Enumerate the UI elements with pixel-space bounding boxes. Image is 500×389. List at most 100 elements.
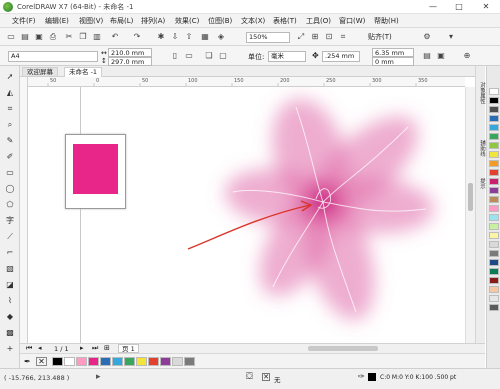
- menu-effects[interactable]: 效果(C): [175, 16, 199, 26]
- transparency-tool-icon[interactable]: ◪: [5, 280, 15, 290]
- last-page-icon[interactable]: ⏭: [92, 344, 98, 353]
- palette-swatch[interactable]: [489, 214, 499, 221]
- palette-swatch[interactable]: [489, 151, 499, 158]
- menu-table[interactable]: 表格(T): [273, 16, 297, 26]
- page-options-icon[interactable]: ▤: [422, 51, 432, 61]
- palette-swatch[interactable]: [489, 106, 499, 113]
- paste-icon[interactable]: ▥: [92, 32, 102, 42]
- rectangle-tool-icon[interactable]: ▭: [5, 168, 15, 178]
- duplicate-x-field[interactable]: 6.35 mm: [372, 48, 414, 57]
- palette-swatch[interactable]: [489, 88, 499, 95]
- palette-swatch[interactable]: [489, 187, 499, 194]
- zoom-level-select[interactable]: 150%: [246, 32, 290, 43]
- new-document-icon[interactable]: ▭: [6, 32, 16, 42]
- document-palette-swatch[interactable]: [88, 357, 99, 366]
- full-screen-icon[interactable]: ⤢: [296, 32, 306, 42]
- pink-square-shape[interactable]: [73, 144, 118, 194]
- export-icon[interactable]: ⇧: [184, 32, 194, 42]
- horizontal-ruler[interactable]: 50 0 50 100 150 200 250 300 350: [28, 77, 465, 87]
- menu-help[interactable]: 帮助(H): [374, 16, 399, 26]
- next-page-icon[interactable]: ▸: [80, 344, 84, 352]
- add-page-icon[interactable]: ⊞: [104, 344, 110, 352]
- undo-icon[interactable]: ↶: [110, 32, 120, 42]
- polygon-tool-icon[interactable]: ⬠: [5, 200, 15, 210]
- palette-swatch[interactable]: [489, 205, 499, 212]
- ellipse-tool-icon[interactable]: ◯: [5, 184, 15, 194]
- palette-swatch[interactable]: [489, 133, 499, 140]
- menu-window[interactable]: 窗口(W): [339, 16, 365, 26]
- zoom-tool-icon[interactable]: ⌕: [5, 120, 15, 130]
- palette-swatch[interactable]: [489, 97, 499, 104]
- palette-swatch[interactable]: [489, 232, 499, 239]
- page-tab-1[interactable]: 页 1: [118, 344, 139, 353]
- palette-swatch[interactable]: [489, 286, 499, 293]
- app-launcher-icon[interactable]: ◈: [216, 32, 226, 42]
- document-palette-swatch[interactable]: [160, 357, 171, 366]
- menu-file[interactable]: 文件(F): [12, 16, 36, 26]
- no-color-swatch[interactable]: ✕: [36, 357, 47, 366]
- document-palette-swatch[interactable]: [136, 357, 147, 366]
- crop-tool-icon[interactable]: ⌗: [5, 104, 15, 114]
- palette-swatch[interactable]: [489, 142, 499, 149]
- docker-hints[interactable]: 提示: [476, 178, 486, 189]
- prev-page-icon[interactable]: ◂: [38, 344, 42, 352]
- docker-object-properties[interactable]: 对象属性: [476, 82, 486, 104]
- document-palette-swatch[interactable]: [76, 357, 87, 366]
- portrait-icon[interactable]: ▯: [170, 51, 180, 61]
- vertical-ruler[interactable]: [20, 77, 28, 343]
- shape-tool-icon[interactable]: ◭: [5, 88, 15, 98]
- page-height-field[interactable]: 297.0 mm: [108, 57, 152, 66]
- nudge-distance-field[interactable]: .254 mm: [322, 51, 360, 62]
- page-width-field[interactable]: 210.0 mm: [108, 48, 152, 57]
- add-icon[interactable]: ⊕: [462, 51, 472, 61]
- artistic-media-icon[interactable]: ✐: [5, 152, 15, 162]
- palette-swatch[interactable]: [489, 178, 499, 185]
- menu-view[interactable]: 视图(V): [79, 16, 103, 26]
- fill-none-swatch[interactable]: ✕: [262, 373, 270, 381]
- first-page-icon[interactable]: ⏮: [26, 344, 32, 353]
- freehand-tool-icon[interactable]: ✎: [5, 136, 15, 146]
- minimize-button[interactable]: —: [420, 0, 446, 14]
- tab-welcome-screen[interactable]: 欢迎屏幕: [22, 67, 58, 77]
- redo-icon[interactable]: ↷: [132, 32, 142, 42]
- maximize-button[interactable]: □: [446, 0, 472, 14]
- smart-fill-icon[interactable]: ▩: [5, 328, 15, 338]
- document-palette-swatch[interactable]: [124, 357, 135, 366]
- docker-guidelines[interactable]: 辅助线: [476, 140, 486, 157]
- menu-text[interactable]: 文本(X): [241, 16, 265, 26]
- options-icon[interactable]: ⚙: [422, 32, 432, 42]
- current-page-icon[interactable]: ▢: [218, 51, 228, 61]
- menu-arrange[interactable]: 排列(A): [141, 16, 165, 26]
- palette-swatch[interactable]: [489, 250, 499, 257]
- menu-edit[interactable]: 编辑(E): [45, 16, 69, 26]
- document-palette-swatch[interactable]: [172, 357, 183, 366]
- vertical-scrollbar[interactable]: [465, 87, 475, 343]
- landscape-icon[interactable]: ▭: [184, 51, 194, 61]
- page-border-icon[interactable]: ▣: [436, 51, 446, 61]
- palette-swatch[interactable]: [489, 241, 499, 248]
- palette-swatch[interactable]: [489, 268, 499, 275]
- print-icon[interactable]: ⎙: [48, 32, 58, 42]
- eyedropper-icon[interactable]: ✒: [24, 357, 31, 366]
- add-tool-icon[interactable]: +: [5, 344, 15, 354]
- palette-swatch[interactable]: [489, 223, 499, 230]
- open-icon[interactable]: ▤: [20, 32, 30, 42]
- document-palette-swatch[interactable]: [100, 357, 111, 366]
- palette-swatch[interactable]: [489, 169, 499, 176]
- palette-swatch[interactable]: [489, 124, 499, 131]
- guidelines-icon[interactable]: ⌗: [338, 32, 348, 42]
- close-button[interactable]: ✕: [472, 0, 500, 14]
- menu-tools[interactable]: 工具(O): [306, 16, 331, 26]
- search-content-icon[interactable]: ✱: [156, 32, 166, 42]
- page-size-select[interactable]: A4: [8, 51, 98, 62]
- duplicate-y-field[interactable]: 0 mm: [372, 57, 414, 66]
- color-eyedropper-icon[interactable]: ⌇: [5, 296, 15, 306]
- palette-swatch[interactable]: [489, 304, 499, 311]
- palette-swatch[interactable]: [489, 196, 499, 203]
- vertical-scroll-thumb[interactable]: [468, 183, 473, 211]
- drop-shadow-icon[interactable]: ▧: [5, 264, 15, 274]
- units-select[interactable]: 毫米: [268, 51, 306, 62]
- parallel-dimension-icon[interactable]: ⟋: [5, 232, 15, 242]
- tab-untitled-1[interactable]: 未命名 -1: [64, 67, 103, 77]
- publish-pdf-icon[interactable]: ▦: [200, 32, 210, 42]
